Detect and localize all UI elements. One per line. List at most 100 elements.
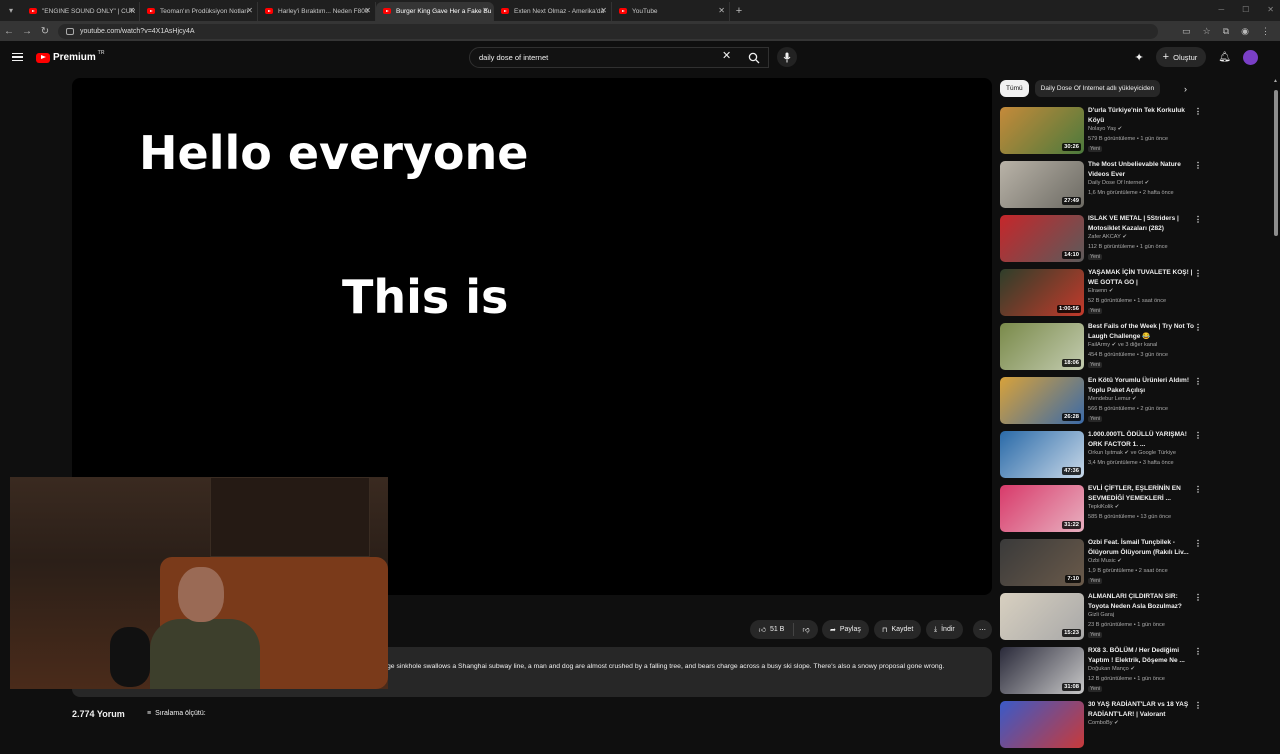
notifications-bell-icon[interactable]: 🔔︎ (1218, 52, 1231, 63)
scroll-up-icon[interactable]: ▲ (1273, 78, 1278, 84)
forward-icon[interactable]: → (18, 26, 36, 37)
recommendation-channel[interactable]: Ozbi Music ✔ (1088, 558, 1122, 564)
site-info-icon[interactable] (66, 28, 74, 35)
more-vertical-icon[interactable]: ⋮ (1194, 431, 1202, 440)
tab-search-icon[interactable]: ▾ (0, 0, 22, 21)
close-window-icon[interactable]: ✕ (1267, 5, 1274, 14)
recommendation-channel[interactable]: Gizli Garaj (1088, 612, 1114, 618)
video-thumbnail[interactable]: 30:26 (1000, 107, 1084, 154)
browser-tab[interactable]: Harley'i Bıraktım... Neden F800 ✕ (258, 2, 376, 21)
cast-icon[interactable]: ▭ (1182, 26, 1191, 37)
more-vertical-icon[interactable]: ⋮ (1194, 107, 1202, 116)
recommendation-title[interactable]: YAŞAMAK İÇİN TUVALETE KOŞ! | WE GOTTA GO… (1088, 268, 1198, 288)
more-vertical-icon[interactable]: ⋮ (1194, 377, 1202, 386)
recommendation-channel[interactable]: Mendebur Lemur ✔ (1088, 396, 1137, 402)
chip-from-uploader[interactable]: Daily Dose Of Internet adlı yükleyiciden (1034, 80, 1161, 97)
recommendation-title[interactable]: ALMANLARI ÇILDIRTAN SIR: Toyota Neden As… (1088, 592, 1198, 612)
more-vertical-icon[interactable]: ⋮ (1194, 215, 1202, 224)
recommendation-item[interactable]: 26:28 En Kötü Yorumlu Ürünleri Aldım! Top… (1000, 376, 1210, 430)
recommendation-channel[interactable]: Elraenn ✔ (1088, 288, 1114, 294)
recommendation-title[interactable]: The Most Unbelievable Nature Videos Ever (1088, 160, 1198, 180)
close-tab-icon[interactable]: ✕ (482, 6, 489, 15)
more-vertical-icon[interactable]: ⋮ (1194, 593, 1202, 602)
save-button[interactable]: ⊓ Kaydet (874, 620, 922, 639)
like-button[interactable]: 👍︎ 51 B (750, 623, 794, 636)
video-thumbnail[interactable]: 1:00:56 (1000, 269, 1084, 316)
browser-tab[interactable]: YouTube ✕ (612, 2, 730, 21)
video-thumbnail[interactable] (1000, 701, 1084, 748)
extensions-icon[interactable]: ⧉ (1223, 26, 1229, 37)
scrollbar-thumb[interactable] (1274, 90, 1278, 236)
recommendation-title[interactable]: 30 YAŞ RADİANT'LAR vs 18 YAŞ RADİANT'LAR… (1088, 700, 1198, 720)
recommendation-channel[interactable]: TepkiKolik ✔ (1088, 504, 1119, 510)
recommendation-channel[interactable]: ComboBy ✔ (1088, 720, 1119, 726)
recommendation-item[interactable]: 31:22 EVLİ ÇİFTLER, EŞLERİNİN EN SEVMEDİĞ… (1000, 484, 1210, 538)
recommendation-item[interactable]: 47:36 1.000.000TL ÖDÜLLÜ YARIŞMA! ORK FAC… (1000, 430, 1210, 484)
reload-icon[interactable]: ↻ (36, 26, 54, 37)
close-tab-icon[interactable]: ✕ (718, 6, 725, 15)
more-vertical-icon[interactable]: ⋮ (1194, 161, 1202, 170)
cast-settings-icon[interactable]: ✦ (1134, 51, 1143, 64)
video-thumbnail[interactable]: 15:23 (1000, 593, 1084, 640)
browser-tab[interactable]: Teoman'ın Prodüksiyon Notları ✕ (140, 2, 258, 21)
recommendation-channel[interactable]: Zafer AKCAY ✔ (1088, 234, 1127, 240)
recommendation-item[interactable]: 27:49 The Most Unbelievable Nature Videos… (1000, 160, 1210, 214)
recommendation-title[interactable]: EVLİ ÇİFTLER, EŞLERİNİN EN SEVMEDİĞİ YEM… (1088, 484, 1198, 504)
more-actions-button[interactable]: ⋯ (973, 620, 992, 639)
close-tab-icon[interactable]: ✕ (128, 6, 135, 15)
video-thumbnail[interactable]: 7:10 (1000, 539, 1084, 586)
close-tab-icon[interactable]: ✕ (246, 6, 253, 15)
recommendation-channel[interactable]: Orkun Işıtmak ✔ ve Google Türkiye (1088, 450, 1176, 456)
avatar[interactable] (1243, 49, 1258, 65)
recommendation-item[interactable]: 30:26 D'urla Türkiye'nin Tek Korkuluk Köy… (1000, 106, 1210, 160)
close-tab-icon[interactable]: ✕ (600, 6, 607, 15)
address-bar[interactable]: youtube.com/watch?v=4X1AsHjcy4A (58, 24, 1158, 39)
share-button[interactable]: ➦ Paylaş (822, 620, 869, 639)
new-tab-button[interactable]: + (730, 5, 748, 17)
clear-search-icon[interactable]: ✕ (722, 49, 731, 62)
video-thumbnail[interactable]: 47:36 (1000, 431, 1084, 478)
more-vertical-icon[interactable]: ⋮ (1194, 539, 1202, 548)
more-vertical-icon[interactable]: ⋮ (1194, 323, 1202, 332)
recommendation-channel[interactable]: Daily Dose Of Internet ✔ (1088, 180, 1149, 186)
video-thumbnail[interactable]: 14:10 (1000, 215, 1084, 262)
bookmark-star-icon[interactable]: ☆ (1203, 26, 1211, 37)
recommendation-title[interactable]: D'urla Türkiye'nin Tek Korkuluk Köyü (1088, 106, 1198, 126)
recommendation-title[interactable]: Ozbi Feat. İsmail Tunçbilek - Ölüyorum Ö… (1088, 538, 1198, 558)
browser-menu-icon[interactable]: ⋮ (1261, 26, 1270, 37)
profile-icon[interactable]: ◉ (1241, 26, 1249, 37)
create-button[interactable]: + Oluştur (1155, 47, 1207, 67)
voice-search-button[interactable] (777, 47, 797, 67)
recommendation-title[interactable]: ISLAK VE METAL | 5Striders | Motosiklet … (1088, 214, 1198, 234)
more-vertical-icon[interactable]: ⋮ (1194, 647, 1202, 656)
close-tab-icon[interactable]: ✕ (364, 6, 371, 15)
recommendation-channel[interactable]: Doğukan Manço ✔ (1088, 666, 1135, 672)
download-button[interactable]: ⤓ İndir (926, 620, 963, 639)
more-vertical-icon[interactable]: ⋮ (1194, 701, 1202, 710)
search-button[interactable] (741, 47, 767, 68)
recommendation-title[interactable]: 1.000.000TL ÖDÜLLÜ YARIŞMA! ORK FACTOR 1… (1088, 430, 1198, 450)
chip-all[interactable]: Tümü (1000, 80, 1029, 97)
more-vertical-icon[interactable]: ⋮ (1194, 485, 1202, 494)
recommendation-item[interactable]: 1:00:56 YAŞAMAK İÇİN TUVALETE KOŞ! | WE G… (1000, 268, 1210, 322)
browser-tab[interactable]: "ENGINE SOUND ONLY" | CUR ✕ (22, 2, 140, 21)
recommendation-item[interactable]: 30 YAŞ RADİANT'LAR vs 18 YAŞ RADİANT'LAR… (1000, 700, 1210, 754)
dislike-button[interactable]: 👎︎ (794, 625, 818, 634)
minimize-icon[interactable]: ─ (1218, 5, 1224, 14)
back-icon[interactable]: ← (0, 26, 18, 37)
recommendation-title[interactable]: En Kötü Yorumlu Ürünleri Aldım! Toplu Pa… (1088, 376, 1198, 396)
recommendation-title[interactable]: Best Fails of the Week | Try Not To Laug… (1088, 322, 1198, 342)
youtube-logo[interactable]: Premium TR (36, 50, 104, 63)
browser-tab[interactable]: Burger King Gave Her a Fake Bu ✕ (376, 2, 494, 21)
video-thumbnail[interactable]: 18:06 (1000, 323, 1084, 370)
recommendation-item[interactable]: 18:06 Best Fails of the Week | Try Not To… (1000, 322, 1210, 376)
chevron-right-icon[interactable]: › (1184, 84, 1187, 94)
recommendation-title[interactable]: RX8 3. BÖLÜM / Her Dediğimi Yaptım ! Ele… (1088, 646, 1198, 666)
video-thumbnail[interactable]: 31:22 (1000, 485, 1084, 532)
recommendation-item[interactable]: 31:08 RX8 3. BÖLÜM / Her Dediğimi Yaptım … (1000, 646, 1210, 700)
maximize-icon[interactable]: ☐ (1242, 5, 1249, 14)
video-thumbnail[interactable]: 27:49 (1000, 161, 1084, 208)
video-thumbnail[interactable]: 31:08 (1000, 647, 1084, 694)
recommendation-item[interactable]: 7:10 Ozbi Feat. İsmail Tunçbilek - Ölüyor… (1000, 538, 1210, 592)
recommendation-item[interactable]: 15:23 ALMANLARI ÇILDIRTAN SIR: Toyota Ned… (1000, 592, 1210, 646)
